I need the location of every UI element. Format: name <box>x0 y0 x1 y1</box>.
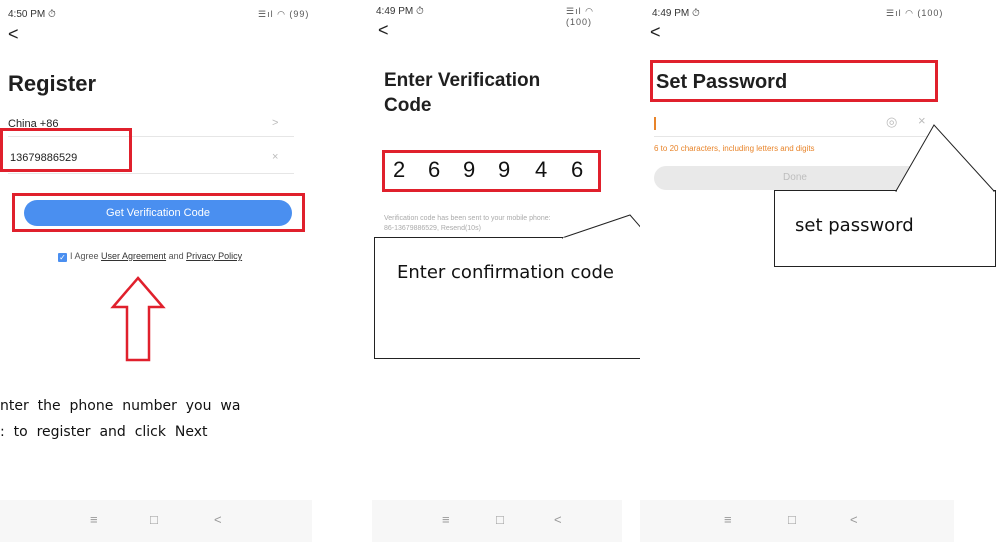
up-arrow-icon <box>110 276 166 362</box>
divider <box>654 136 934 137</box>
callout-box: set password <box>774 190 996 267</box>
text-cursor <box>654 117 656 130</box>
code-digit: 6 <box>428 157 441 182</box>
phone-highlight <box>0 128 132 172</box>
home-icon[interactable]: □ <box>788 512 796 527</box>
clear-icon[interactable]: × <box>272 151 278 163</box>
title-highlight <box>650 60 938 102</box>
callout-text: set password <box>795 215 914 236</box>
menu-icon[interactable]: ≡ <box>724 512 732 527</box>
callout-text: Enter confirmation code <box>397 262 614 283</box>
sent-hint-line-1: Verification code has been sent to your … <box>384 215 551 222</box>
back-button[interactable]: < <box>650 22 661 43</box>
back-button[interactable]: < <box>378 20 389 41</box>
status-time: 4:49 PM ⏱ <box>376 6 424 17</box>
code-digit: 4 <box>535 157 548 182</box>
navigation-bar: ≡ □ < <box>0 500 312 542</box>
privacy-policy-link[interactable]: Privacy Policy <box>186 251 242 261</box>
set-password-screen: 4:49 PM ⏱ ☰ıl ◠ (100) < Set Password ◎ ×… <box>640 0 954 542</box>
divider <box>8 173 294 174</box>
home-icon[interactable]: □ <box>496 512 504 527</box>
home-icon[interactable]: □ <box>150 512 158 527</box>
agreement-row: ✓ I Agree User Agreement and Privacy Poli… <box>58 251 242 262</box>
status-time: 4:50 PM ⏱ <box>8 9 56 20</box>
page-title-line-2: Code <box>384 95 432 116</box>
register-screen: 4:50 PM ⏱ ☰ıl ◠ (99) < Register China +8… <box>0 0 312 542</box>
menu-icon[interactable]: ≡ <box>442 512 450 527</box>
status-indicators: ☰ıl ◠ (99) <box>258 9 310 19</box>
agree-text: I Agree <box>70 251 102 261</box>
page-title-line-1: Enter Verification <box>384 70 541 91</box>
sent-hint-line-2: 86-13679886529, Resend(10s) <box>384 225 481 232</box>
password-hint: 6 to 20 characters, including letters an… <box>654 144 815 153</box>
back-nav-icon[interactable]: < <box>554 512 562 527</box>
status-indicators: ☰ıl ◠ (100) <box>886 8 944 18</box>
and-text: and <box>166 251 187 261</box>
code-digit: 2 <box>393 157 406 182</box>
button-highlight <box>12 193 305 232</box>
code-digit: 9 <box>498 157 511 182</box>
done-button[interactable]: Done <box>654 166 936 190</box>
instruction-line-2: : to register and click Next <box>0 424 208 440</box>
back-nav-icon[interactable]: < <box>850 512 858 527</box>
chevron-right-icon: > <box>272 117 279 129</box>
code-digit: 9 <box>463 157 476 182</box>
code-input[interactable]: 2 6 9 9 4 6 <box>382 150 601 192</box>
status-indicators: ☰ıl ◠ (100) <box>566 6 594 27</box>
menu-icon[interactable]: ≡ <box>90 512 98 527</box>
code-digit: 6 <box>571 157 584 182</box>
navigation-bar: ≡ □ < <box>372 500 622 542</box>
callout-pointer <box>895 124 996 193</box>
instruction-line-1: nter the phone number you wa <box>0 398 241 414</box>
navigation-bar: ≡ □ < <box>640 500 954 542</box>
status-time: 4:49 PM ⏱ <box>652 8 700 19</box>
password-input[interactable] <box>654 116 916 132</box>
back-nav-icon[interactable]: < <box>214 512 222 527</box>
page-title: Register <box>8 71 97 96</box>
user-agreement-link[interactable]: User Agreement <box>101 251 166 261</box>
agree-checkbox[interactable]: ✓ <box>58 253 67 262</box>
back-button[interactable]: < <box>8 24 19 45</box>
